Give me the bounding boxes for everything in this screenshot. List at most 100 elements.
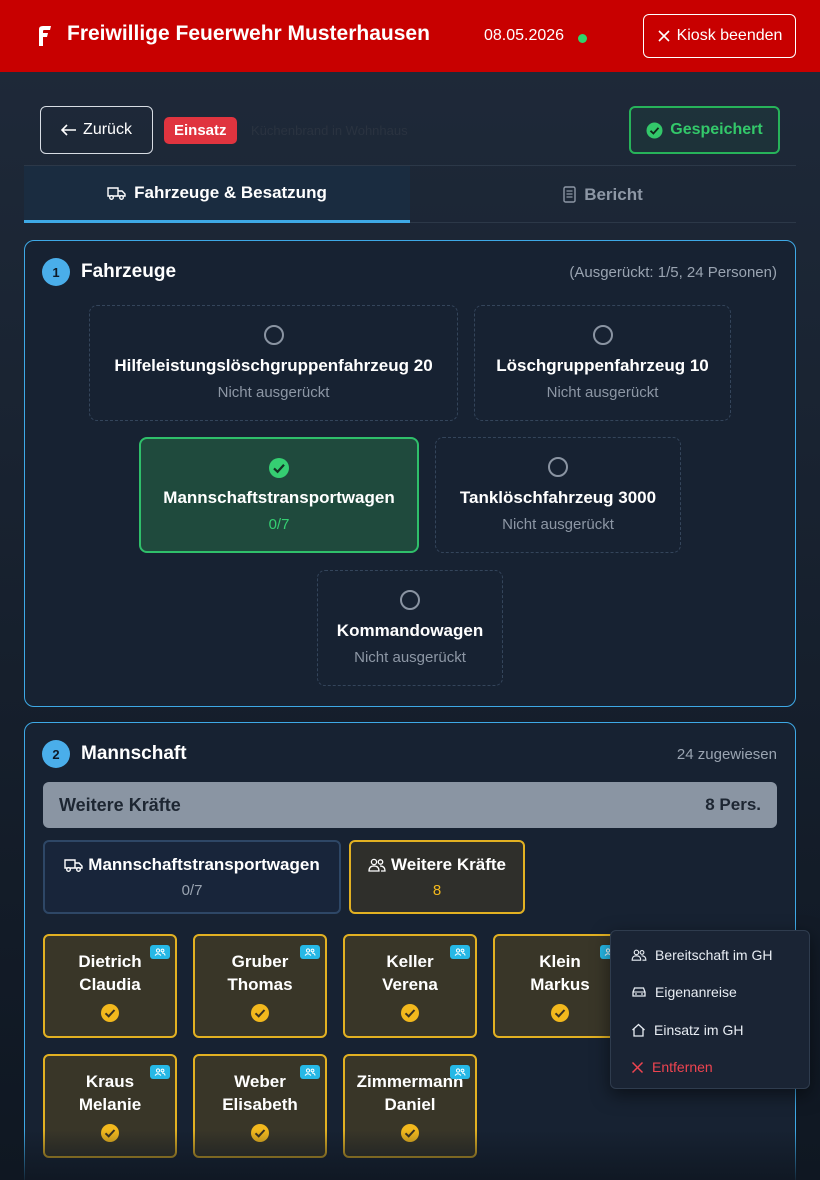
group-tag-icon — [450, 1065, 470, 1079]
assign-target-count: 0/7 — [181, 882, 203, 899]
vehicle-card-lf10[interactable]: Löschgruppenfahrzeug 10 Nicht ausgerückt — [474, 305, 731, 421]
step-number: 2 — [42, 740, 70, 768]
vehicle-card-kdow[interactable]: Kommandowagen Nicht ausgerückt — [317, 570, 503, 686]
section-title: Mannschaft — [81, 743, 187, 764]
check-circle-icon — [101, 1004, 119, 1022]
person-last-name: Klein — [539, 952, 581, 971]
vehicle-name: Kommandowagen — [336, 621, 484, 640]
vehicle-name: Löschgruppenfahrzeug 10 — [496, 356, 709, 375]
person-card[interactable]: Zimmermann Daniel — [343, 1054, 477, 1158]
group-tag-icon — [300, 945, 320, 959]
mission-type-badge: Einsatz — [164, 117, 237, 144]
tab-vehicles-crew[interactable]: Fahrzeuge & Besatzung — [24, 166, 410, 223]
vehicle-status: Nicht ausgerückt — [217, 384, 330, 401]
menu-item-standby-gh[interactable]: Bereitschaft im GH — [611, 940, 811, 970]
close-icon — [657, 30, 670, 42]
back-button[interactable]: Zurück — [40, 106, 153, 154]
vehicle-status: Nicht ausgerückt — [546, 384, 659, 401]
person-first-name: Thomas — [227, 975, 293, 994]
menu-item-label: Bereitschaft im GH — [655, 947, 773, 963]
vehicle-name: Hilfeleistungslöschgruppenfahrzeug 20 — [114, 356, 433, 375]
person-first-name: Markus — [530, 975, 590, 994]
brand-logo-icon — [39, 26, 51, 46]
vehicle-name: Mannschaftstransportwagen — [163, 488, 395, 507]
saved-label: Gespeichert — [670, 121, 763, 138]
check-circle-icon — [646, 122, 663, 138]
vehicle-status: Nicht ausgerückt — [502, 516, 614, 533]
tab-report[interactable]: Bericht — [410, 166, 796, 223]
truck-icon — [107, 187, 126, 200]
check-circle-icon — [251, 1004, 269, 1022]
arrow-left-icon — [61, 124, 77, 136]
person-last-name: Kraus — [85, 1072, 135, 1091]
vehicle-card-tlf3000[interactable]: Tanklöschfahrzeug 3000 Nicht ausgerückt — [435, 437, 681, 553]
home-icon — [632, 1023, 645, 1037]
person-last-name: Keller — [386, 952, 434, 971]
check-circle-icon — [551, 1004, 569, 1022]
person-card[interactable]: Klein Markus — [493, 934, 627, 1038]
group-icon — [368, 858, 386, 872]
assign-target-name: Weitere Kräfte — [391, 855, 506, 874]
vehicles-summary: (Ausgerückt: 1/5, 24 Personen) — [569, 264, 777, 281]
person-context-menu: Bereitschaft im GH Eigenanreise Einsatz … — [610, 930, 810, 1089]
check-circle-icon — [401, 1124, 419, 1142]
group-icon — [631, 949, 647, 961]
radio-icon — [592, 325, 613, 345]
person-last-name: Zimmermann — [356, 1072, 464, 1091]
check-circle-icon — [101, 1124, 119, 1142]
radio-icon — [548, 457, 568, 477]
radio-icon — [400, 590, 420, 610]
group-title: Weitere Kräfte — [59, 794, 181, 815]
person-card[interactable]: Gruber Thomas — [193, 934, 327, 1038]
radio-icon — [263, 325, 284, 345]
vehicle-card-hlf20[interactable]: Hilfeleistungslöschgruppenfahrzeug 20 Ni… — [89, 305, 458, 421]
assign-target-further-forces[interactable]: Weitere Kräfte 8 — [349, 840, 525, 914]
vehicle-name: Tanklöschfahrzeug 3000 — [459, 488, 657, 507]
person-last-name: Dietrich — [78, 952, 142, 971]
tab-bar: Fahrzeuge & Besatzung Bericht — [24, 165, 796, 223]
document-icon — [563, 186, 576, 203]
top-bar: Freiwillige Feuerwehr Musterhausen 08.05… — [0, 0, 820, 72]
group-count: 8 Pers. — [705, 795, 761, 814]
group-tag-icon — [150, 1065, 170, 1079]
group-header[interactable]: Weitere Kräfte 8 Pers. — [43, 782, 777, 828]
person-first-name: Daniel — [384, 1095, 436, 1114]
app-title: Freiwillige Feuerwehr Musterhausen — [67, 22, 430, 45]
vehicle-card-mtw[interactable]: Mannschaftstransportwagen 0/7 — [139, 437, 419, 553]
vehicle-status: Nicht ausgerückt — [354, 649, 466, 666]
person-first-name: Claudia — [79, 975, 141, 994]
car-icon — [632, 987, 646, 997]
menu-item-label: Entfernen — [652, 1059, 713, 1075]
menu-item-self-arrival[interactable]: Eigenanreise — [611, 977, 811, 1007]
group-tag-icon — [300, 1065, 320, 1079]
crew-summary: 24 zugewiesen — [676, 746, 777, 763]
menu-item-label: Eigenanreise — [655, 984, 737, 1000]
person-card[interactable]: Kraus Melanie — [43, 1054, 177, 1158]
exit-kiosk-label: Kiosk beenden — [676, 27, 783, 44]
assign-target-mtw[interactable]: Mannschaftstransportwagen 0/7 — [43, 840, 341, 914]
group-tag-icon — [150, 945, 170, 959]
person-first-name: Elisabeth — [222, 1095, 298, 1114]
truck-icon — [64, 859, 83, 872]
menu-item-remove[interactable]: Entfernen — [611, 1052, 811, 1082]
tab-label: Fahrzeuge & Besatzung — [134, 183, 327, 202]
back-label: Zurück — [83, 121, 132, 138]
saved-status-button[interactable]: Gespeichert — [629, 106, 780, 154]
person-first-name: Verena — [382, 975, 438, 994]
person-card[interactable]: Dietrich Claudia — [43, 934, 177, 1038]
person-card[interactable]: Weber Elisabeth — [193, 1054, 327, 1158]
check-circle-icon — [269, 458, 289, 478]
person-first-name: Melanie — [78, 1095, 142, 1114]
assign-target-count: 8 — [432, 882, 442, 899]
assign-target-name: Mannschaftstransportwagen — [88, 855, 320, 874]
check-circle-icon — [401, 1004, 419, 1022]
mission-description: Küchenbrand in Wohnhaus — [251, 123, 408, 138]
person-last-name: Gruber — [231, 952, 289, 971]
check-circle-icon — [251, 1124, 269, 1142]
menu-item-mission-gh[interactable]: Einsatz im GH — [611, 1015, 811, 1045]
close-icon — [631, 1061, 644, 1073]
exit-kiosk-button[interactable]: Kiosk beenden — [643, 14, 796, 58]
person-card[interactable]: Keller Verena — [343, 934, 477, 1038]
online-status-dot — [578, 34, 587, 43]
menu-item-label: Einsatz im GH — [654, 1022, 744, 1038]
